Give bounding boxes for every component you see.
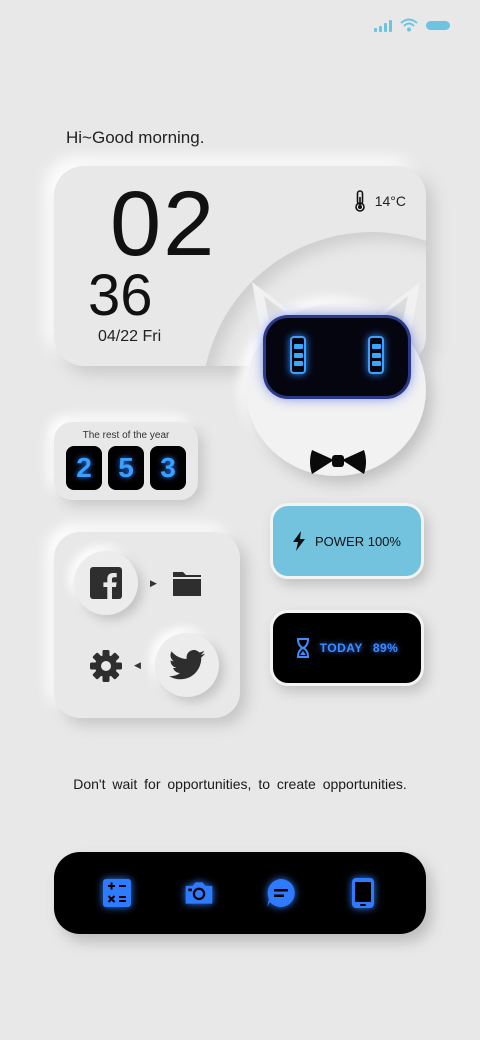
arrow-right-icon: ▶	[150, 578, 157, 588]
temperature-readout: 14°C	[353, 190, 406, 212]
countdown-digit: 2	[66, 446, 102, 490]
files-app-button[interactable]	[170, 566, 204, 600]
settings-gear-icon	[90, 650, 122, 682]
countdown-digit: 3	[150, 446, 186, 490]
phone-icon[interactable]	[347, 877, 379, 909]
greeting-text: Hi~Good morning.	[66, 128, 205, 147]
today-value: 89%	[372, 641, 399, 655]
clock-minute: 36	[88, 263, 153, 328]
robot-mascot	[240, 268, 432, 480]
today-widget[interactable]: TODAY 89%	[270, 610, 424, 686]
battery-icon	[426, 20, 450, 30]
bowtie-icon	[310, 450, 366, 474]
facebook-app-button[interactable]	[74, 551, 138, 615]
power-label: POWER 100%	[315, 533, 401, 549]
status-bar	[374, 18, 450, 32]
year-countdown-label: The rest of the year	[82, 430, 170, 441]
hourglass-icon	[296, 638, 309, 658]
power-widget[interactable]: POWER 100%	[270, 503, 424, 579]
wifi-icon	[400, 18, 418, 32]
twitter-app-button[interactable]	[155, 633, 219, 697]
signal-icon	[374, 18, 392, 32]
robot-eye-left	[290, 336, 306, 374]
message-icon[interactable]	[265, 877, 297, 909]
camera-icon[interactable]	[183, 877, 215, 909]
thermometer-icon	[354, 190, 365, 212]
settings-app-button[interactable]	[88, 648, 124, 684]
motivational-quote: Don't wait for opportunities, to create …	[73, 776, 407, 792]
app-dock	[54, 852, 426, 934]
clock-date: 04/22 Fri	[98, 328, 162, 345]
twitter-icon	[169, 650, 205, 680]
countdown-digit: 5	[108, 446, 144, 490]
facebook-icon	[90, 567, 122, 599]
folder-icon	[173, 572, 201, 596]
calculator-icon[interactable]	[101, 877, 133, 909]
today-label: TODAY	[319, 641, 363, 655]
year-countdown-widget[interactable]: The rest of the year 2 5 3	[54, 422, 198, 500]
robot-eye-right	[368, 336, 384, 374]
robot-face-screen	[266, 318, 408, 396]
temperature-value: 14°C	[374, 193, 406, 209]
lightning-bolt-icon	[293, 531, 305, 551]
arrow-left-icon: ◀	[134, 660, 141, 670]
app-shortcuts-widget: ▶ ◀	[54, 532, 240, 718]
